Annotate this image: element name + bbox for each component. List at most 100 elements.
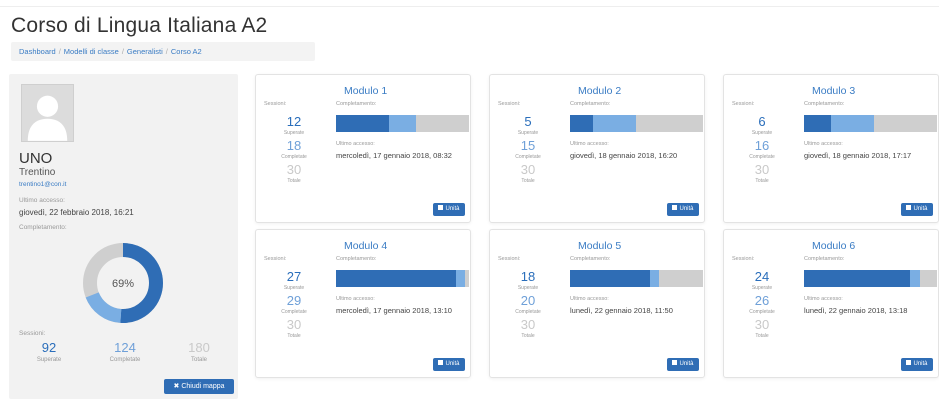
breadcrumb-item-dashboard[interactable]: Dashboard [19, 47, 56, 56]
module-card: Modulo 2 Sessioni: Completamento: 5 Supe… [489, 74, 705, 223]
completion-bar [804, 115, 937, 132]
superate-label: Superate [283, 130, 305, 136]
completion-donut: 69% [83, 243, 163, 323]
donut-percent-label: 69% [112, 278, 134, 290]
user-silhouette-icon [22, 85, 73, 141]
last-access-label: Ultimo accesso: [804, 141, 843, 147]
totale-value: 30 [286, 162, 302, 177]
units-button[interactable]: Unità [433, 358, 465, 371]
completate-label: Completate [281, 154, 307, 160]
superate-value: 6 [758, 114, 766, 129]
last-access-label: Ultimo accesso: [570, 296, 609, 302]
module-card: Modulo 3 Sessioni: Completamento: 6 Supe… [723, 74, 939, 223]
units-button-label: Unità [679, 206, 694, 212]
session-stats: 24 Superate 26 Completate 30 Totale [732, 270, 792, 342]
superate-value: 24 [754, 269, 770, 284]
sessions-label: Sessioni: [732, 101, 755, 107]
user-name: UNO [19, 150, 53, 167]
completate-value: 29 [286, 293, 302, 308]
close-map-label: Chiudi mappa [181, 383, 225, 390]
units-button[interactable]: Unità [433, 203, 465, 216]
module-title[interactable]: Modulo 3 [812, 85, 855, 97]
superate-label: Superate [751, 130, 773, 136]
stat-completate-value: 124 [114, 340, 136, 355]
breadcrumb-item-generalisti[interactable]: Generalisti [127, 47, 163, 56]
totale-label: Totale [521, 333, 535, 339]
bar-segment-superate [804, 115, 831, 132]
superate-label: Superate [751, 285, 773, 291]
module-card: Modulo 4 Sessioni: Completamento: 27 Sup… [255, 229, 471, 378]
superate-value: 18 [520, 269, 536, 284]
breadcrumb-separator: / [165, 47, 168, 56]
last-access-value: giovedì, 18 gennaio 2018, 17:17 [804, 151, 912, 160]
last-access-label: Ultimo accesso: [570, 141, 609, 147]
sessions-label: Sessioni: [264, 101, 287, 107]
completate-value: 18 [286, 138, 302, 153]
units-button[interactable]: Unità [667, 203, 699, 216]
plus-square-icon [672, 205, 678, 210]
completate-label: Completate [749, 154, 775, 160]
completion-bar [570, 115, 703, 132]
last-access-label: Ultimo accesso: [336, 296, 375, 302]
totale-label: Totale [755, 333, 769, 339]
page-title: Corso di Lingua Italiana A2 [11, 14, 268, 37]
breadcrumb: Dashboard / Modelli di classe / Generalisti /… [11, 42, 315, 61]
breadcrumb-separator: / [58, 47, 61, 56]
sessions-label: Sessioni: [19, 330, 46, 337]
module-title[interactable]: Modulo 5 [578, 240, 621, 252]
session-stats: 12 Superate 18 Completate 30 Totale [264, 115, 324, 187]
user-email[interactable]: trentino1@con.it [19, 181, 66, 188]
completion-label: Completamento: [804, 256, 845, 262]
units-button[interactable]: Unità [901, 358, 933, 371]
bar-segment-superate [336, 115, 390, 132]
session-stats: 5 Superate 15 Completate 30 Totale [498, 115, 558, 187]
module-title[interactable]: Modulo 2 [578, 85, 621, 97]
breadcrumb-item-corso[interactable]: Corso A2 [171, 47, 202, 56]
units-button-label: Unità [445, 206, 460, 212]
session-stats: 6 Superate 16 Completate 30 Totale [732, 115, 792, 187]
superate-value: 27 [286, 269, 302, 284]
totale-label: Totale [521, 178, 535, 184]
totale-value: 30 [520, 162, 536, 177]
module-card: Modulo 6 Sessioni: Completamento: 24 Sup… [723, 229, 939, 378]
module-title[interactable]: Modulo 6 [812, 240, 855, 252]
stat-completate: 124 Completate [95, 340, 155, 363]
module-card: Modulo 1 Sessioni: Completamento: 12 Sup… [255, 74, 471, 223]
totale-label: Totale [287, 178, 301, 184]
superate-value: 5 [524, 114, 532, 129]
last-access-value: giovedì, 22 febbraio 2018, 16:21 [19, 208, 134, 217]
units-button-label: Unità [913, 206, 928, 212]
sessions-label: Sessioni: [498, 101, 521, 107]
superate-label: Superate [517, 285, 539, 291]
session-stats: 27 Superate 29 Completate 30 Totale [264, 270, 324, 342]
last-access-value: mercoledì, 17 gennaio 2018, 08:32 [336, 151, 452, 160]
sessions-label: Sessioni: [498, 256, 521, 262]
close-map-button[interactable]: ✖ Chiudi mappa [164, 379, 234, 394]
stat-superate-value: 92 [41, 340, 57, 355]
superate-value: 12 [286, 114, 302, 129]
avatar [21, 84, 74, 142]
completate-label: Completate [749, 309, 775, 315]
module-title[interactable]: Modulo 1 [344, 85, 387, 97]
bar-segment-superate [570, 115, 593, 132]
plus-square-icon [672, 360, 678, 365]
completion-label: Completamento: [570, 256, 611, 262]
bar-segment-completate [592, 115, 637, 132]
units-button-label: Unità [445, 361, 460, 367]
module-title[interactable]: Modulo 4 [344, 240, 387, 252]
units-button-label: Unità [913, 361, 928, 367]
close-icon: ✖ [173, 383, 180, 390]
module-card: Modulo 5 Sessioni: Completamento: 18 Sup… [489, 229, 705, 378]
breadcrumb-item-modelli[interactable]: Modelli di classe [64, 47, 119, 56]
completate-value: 26 [754, 293, 770, 308]
bar-segment-completate [649, 270, 660, 287]
header-divider [0, 6, 939, 7]
units-button[interactable]: Unità [901, 203, 933, 216]
bar-segment-completate [455, 270, 465, 287]
units-button[interactable]: Unità [667, 358, 699, 371]
sessions-label: Sessioni: [264, 256, 287, 262]
completion-bar [336, 270, 469, 287]
completion-bar [336, 115, 469, 132]
plus-square-icon [906, 360, 912, 365]
units-button-label: Unità [679, 361, 694, 367]
